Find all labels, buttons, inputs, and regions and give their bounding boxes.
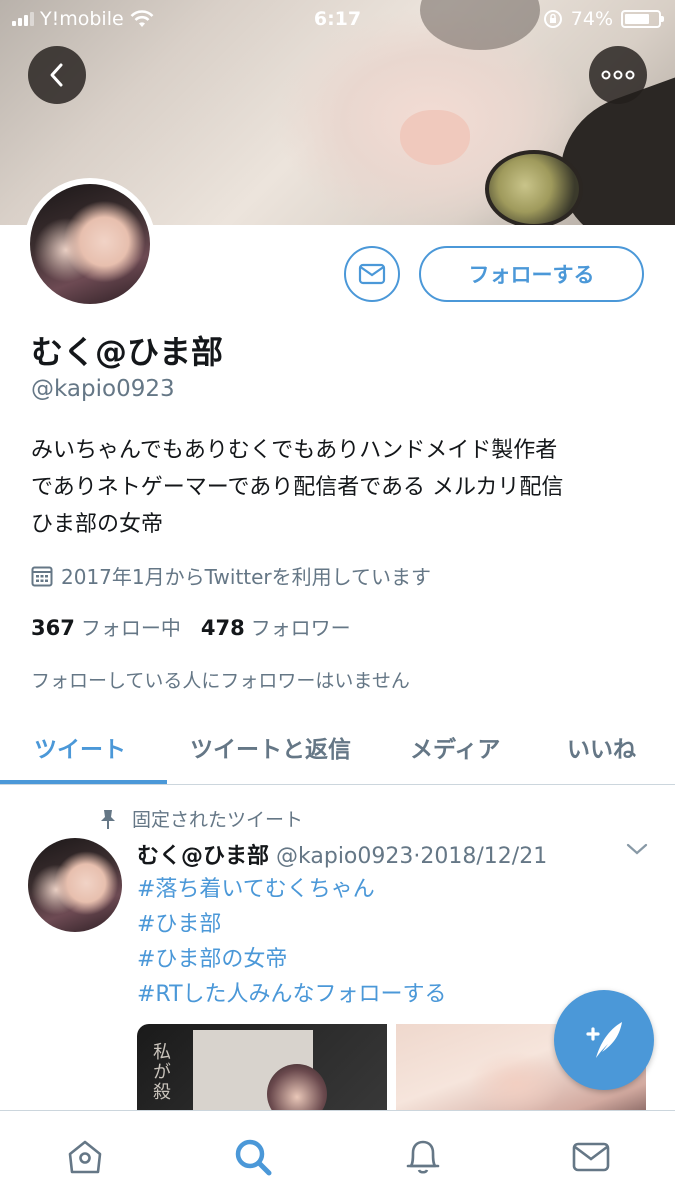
tab-media[interactable]: メディア xyxy=(410,730,500,764)
followers-label: フォロワー xyxy=(250,616,351,640)
bio-line: ひま部の女帝 xyxy=(31,512,164,537)
follow-button[interactable]: フォローする xyxy=(419,246,644,302)
following-link[interactable]: 367 フォロー中 xyxy=(31,612,181,641)
status-bar: Y!mobile 6:17 74% xyxy=(0,0,675,40)
search-icon xyxy=(235,1139,272,1176)
pinned-indicator: 固定されたツイート xyxy=(98,805,303,832)
banner-image-detail xyxy=(485,150,583,225)
more-options-button[interactable] xyxy=(589,46,647,104)
tweet-author-name[interactable]: むく@ひま部 xyxy=(137,844,269,869)
joined-text: 2017年1月からTwitterを利用しています xyxy=(61,565,432,589)
compose-quill-icon xyxy=(586,1022,622,1058)
followers-link[interactable]: 478 フォロワー xyxy=(201,612,351,641)
bio-line: みいちゃんでもありむくでもありハンドメイド製作者 xyxy=(31,438,558,463)
active-tab-indicator xyxy=(0,780,167,784)
profile-bio: みいちゃんでもありむくでもありハンドメイド製作者 でありネトゲーマーであり配信者… xyxy=(31,432,651,543)
status-right-group: 74% xyxy=(543,8,664,30)
tweet-date: 2018/12/21 xyxy=(420,844,548,869)
tweet-author-handle: @kapio0923 xyxy=(276,844,414,869)
profile-avatar[interactable] xyxy=(24,178,156,310)
nav-messages[interactable] xyxy=(569,1135,613,1179)
chevron-left-icon xyxy=(50,63,63,87)
tweet-header: むく@ひま部 @kapio0923·2018/12/21 xyxy=(137,844,548,869)
compose-tweet-button[interactable] xyxy=(554,990,654,1090)
more-icon xyxy=(601,70,635,80)
back-button[interactable] xyxy=(28,46,86,104)
nav-search[interactable] xyxy=(231,1135,275,1179)
following-count: 367 xyxy=(31,616,75,640)
nav-home[interactable] xyxy=(63,1135,107,1179)
calendar-icon xyxy=(31,566,53,586)
avatar-image xyxy=(30,184,150,304)
envelope-icon xyxy=(572,1142,610,1172)
bio-line: でありネトゲーマーであり配信者である メルカリ配信 xyxy=(31,475,564,500)
follow-counts: 367 フォロー中 478 フォロワー xyxy=(31,612,351,641)
banner-image-detail xyxy=(400,110,470,165)
hashtag-link[interactable]: #落ち着いてむくちゃん xyxy=(137,872,447,907)
orientation-lock-icon xyxy=(543,10,562,28)
profile-tabs: ツイート ツイートと返信 メディア いいね xyxy=(0,712,675,785)
bottom-navigation xyxy=(0,1110,675,1201)
envelope-icon xyxy=(358,263,386,285)
pin-icon xyxy=(101,809,115,829)
home-icon xyxy=(68,1140,102,1174)
message-button[interactable] xyxy=(344,246,400,302)
tab-tweets[interactable]: ツイート xyxy=(34,730,126,764)
following-label: フォロー中 xyxy=(80,616,181,640)
battery-icon xyxy=(621,10,664,28)
followers-count: 478 xyxy=(200,616,245,640)
pinned-label: 固定されたツイート xyxy=(132,809,304,831)
known-followers-note: フォローしている人にフォロワーはいません xyxy=(31,670,410,692)
hashtag-link[interactable]: #RTした人みんなフォローする xyxy=(137,977,447,1012)
bell-icon xyxy=(406,1140,440,1174)
joined-date: 2017年1月からTwitterを利用しています xyxy=(31,561,431,590)
battery-percent: 74% xyxy=(570,8,613,30)
profile-handle: @kapio0923 xyxy=(31,376,175,402)
chevron-down-icon[interactable] xyxy=(626,842,648,856)
profile-name: むく@ひま部 xyxy=(31,333,224,371)
tweet-author-avatar[interactable] xyxy=(28,838,122,932)
nav-notifications[interactable] xyxy=(401,1135,445,1179)
hashtag-link[interactable]: #ひま部 xyxy=(137,907,447,942)
tab-tweets-and-replies[interactable]: ツイートと返信 xyxy=(190,730,351,764)
tab-likes[interactable]: いいね xyxy=(567,730,636,764)
tweet-hashtags: #落ち着いてむくちゃん #ひま部 #ひま部の女帝 #RTした人みんなフォローする xyxy=(137,872,447,1012)
hashtag-link[interactable]: #ひま部の女帝 xyxy=(137,942,447,977)
media-image-text: 私が殺 xyxy=(150,1042,171,1102)
